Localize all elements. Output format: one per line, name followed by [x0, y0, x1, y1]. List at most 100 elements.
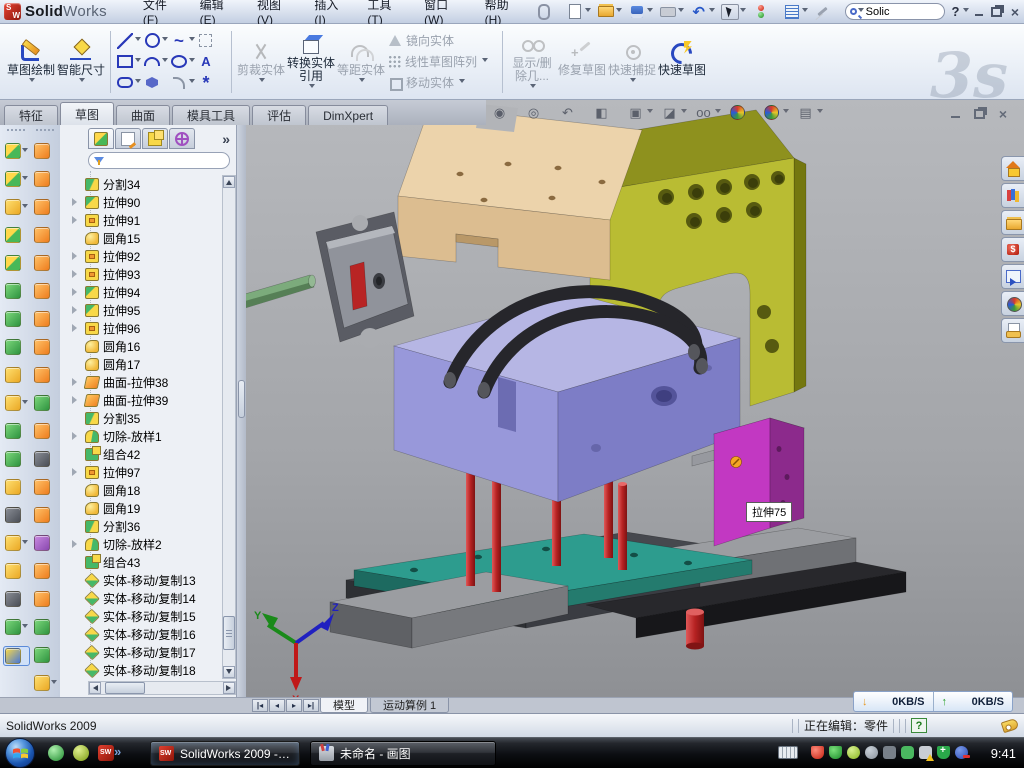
help-menu[interactable]: ?	[949, 4, 963, 19]
toolbar-button[interactable]: 转换实体引用	[286, 30, 336, 93]
panel-splitter[interactable]	[236, 125, 246, 697]
tree-item[interactable]: 圆角19	[84, 499, 220, 517]
close-button[interactable]: ×	[1006, 4, 1024, 20]
expand-arrow-icon[interactable]	[72, 252, 81, 260]
taskbar-window-button[interactable]: 未命名 - 画图	[310, 741, 496, 766]
scroll-left-arrow-icon[interactable]	[89, 682, 101, 694]
search-input[interactable]	[864, 6, 928, 18]
tree-item[interactable]: 切除-放样2	[84, 535, 220, 553]
tree-item[interactable]: 实体-移动/复制15	[84, 607, 220, 625]
tree-item[interactable]: 分割34	[84, 175, 220, 193]
volume-tray-icon[interactable]	[865, 746, 878, 759]
tree-item[interactable]: 曲面-拉伸39	[84, 391, 220, 409]
tree-item[interactable]: 拉伸92	[84, 247, 220, 265]
scroll-right-arrow-icon[interactable]	[223, 682, 235, 694]
tree-item[interactable]: 圆角17	[84, 355, 220, 373]
minimize-button[interactable]	[969, 4, 987, 20]
panel-tab[interactable]	[88, 128, 114, 149]
toolbar-button[interactable]: 等距实体	[336, 37, 386, 87]
tree-item[interactable]: 拉伸93	[84, 265, 220, 283]
task-pane-button[interactable]	[1001, 291, 1024, 316]
expand-arrow-icon[interactable]	[72, 396, 81, 404]
task-pane-button[interactable]	[1001, 183, 1024, 208]
tree-item[interactable]: 实体-移动/复制14	[84, 589, 220, 607]
expand-arrow-icon[interactable]	[72, 540, 81, 548]
commandmanager-tab[interactable]: DimXpert	[308, 105, 388, 125]
model-tab[interactable]: 模型	[320, 698, 368, 713]
quick-launch-solidworks-icon[interactable]	[98, 745, 114, 761]
scroll-down-arrow-icon[interactable]	[223, 666, 235, 678]
toolbar-row-button[interactable]: 移动实体	[388, 74, 498, 91]
quick-tips-help-button[interactable]: ?	[911, 718, 927, 733]
tree-item[interactable]: 分割35	[84, 409, 220, 427]
quick-launch-app-icon[interactable]	[73, 745, 89, 761]
tree-item[interactable]: 组合43	[84, 553, 220, 571]
vertical-scroll-thumb[interactable]	[223, 616, 235, 650]
expand-arrow-icon[interactable]	[72, 198, 81, 206]
panel-tab[interactable]	[115, 128, 141, 149]
toolbar-button[interactable]: 草图绘制	[6, 37, 56, 87]
task-pane-button[interactable]	[1001, 156, 1024, 181]
tree-item[interactable]: 切除-放样1	[84, 427, 220, 445]
toolbar-button[interactable]: 剪裁实体	[236, 37, 286, 87]
expand-arrow-icon[interactable]	[72, 378, 81, 386]
device-tray-icon[interactable]	[883, 746, 896, 759]
expand-arrow-icon[interactable]	[72, 432, 81, 440]
tree-item[interactable]: 实体-移动/复制17	[84, 643, 220, 661]
panel-overflow-chevron[interactable]: »	[222, 131, 230, 147]
tree-item[interactable]: 圆角16	[84, 337, 220, 355]
task-pane-button[interactable]	[1001, 237, 1024, 262]
expand-arrow-icon[interactable]	[72, 288, 81, 296]
tree-item[interactable]: 拉伸90	[84, 193, 220, 211]
commandmanager-tab[interactable]: 草图	[60, 102, 114, 125]
tree-item[interactable]: 曲面-拉伸38	[84, 373, 220, 391]
tree-filter-box[interactable]	[88, 152, 230, 169]
model-tab[interactable]: 运动算例 1	[370, 698, 449, 713]
extrude75-block-magenta[interactable]	[714, 418, 804, 546]
expand-arrow-icon[interactable]	[72, 270, 81, 278]
toolbar-button[interactable]: 快速草图	[657, 37, 707, 87]
pin-cylinder-right[interactable]	[686, 609, 704, 650]
tree-horizontal-scrollbar[interactable]	[88, 681, 236, 695]
tree-item[interactable]: 实体-移动/复制16	[84, 625, 220, 643]
tree-item[interactable]: 实体-移动/复制18	[84, 661, 220, 679]
task-pane-button[interactable]	[1001, 318, 1024, 343]
previous-tab-button[interactable]: ◂	[269, 699, 285, 712]
commandmanager-tab[interactable]: 评估	[252, 105, 306, 125]
scroll-up-arrow-icon[interactable]	[223, 176, 235, 188]
expand-arrow-icon[interactable]	[72, 306, 81, 314]
taskbar-window-button[interactable]: SolidWorks 2009 - ...	[150, 741, 300, 766]
graphics-viewport[interactable]: Y Z X 拉伸75	[246, 100, 1024, 697]
horizontal-scroll-thumb[interactable]	[105, 682, 145, 694]
tree-item[interactable]: 拉伸91	[84, 211, 220, 229]
expand-arrow-icon[interactable]	[72, 324, 81, 332]
toolbar-button[interactable]: 显示/删除几...	[507, 30, 557, 93]
commandmanager-tab[interactable]: 曲面	[116, 105, 170, 125]
toolbar-button[interactable]: 快速捕捉	[607, 37, 657, 87]
panel-tab[interactable]	[169, 128, 195, 149]
last-tab-button[interactable]: ▸|	[303, 699, 319, 712]
toolbar-row-button[interactable]: 线性草图阵列	[388, 53, 498, 70]
splitter-handle[interactable]	[238, 380, 245, 418]
antivirus-tray-icon[interactable]	[811, 746, 824, 759]
badge-tray-icon[interactable]	[847, 746, 860, 759]
health-tray-icon[interactable]	[937, 746, 950, 759]
tree-item[interactable]: 拉伸95	[84, 301, 220, 319]
quick-launch-chevron[interactable]: »	[114, 744, 121, 759]
next-tab-button[interactable]: ▸	[286, 699, 302, 712]
commandmanager-tab[interactable]: 特征	[4, 105, 58, 125]
toolbar-button[interactable]: 智能尺寸	[56, 37, 106, 87]
tree-item[interactable]: 圆角18	[84, 481, 220, 499]
tree-item[interactable]: 拉伸97	[84, 463, 220, 481]
task-pane-button[interactable]	[1001, 264, 1024, 289]
taskbar-clock[interactable]: 9:41	[991, 738, 1016, 768]
sprue-assembly-gray[interactable]	[246, 212, 414, 348]
panel-tab[interactable]	[142, 128, 168, 149]
tree-item[interactable]: 分割36	[84, 517, 220, 535]
defense-tray-icon[interactable]	[829, 746, 842, 759]
start-button[interactable]	[5, 738, 35, 768]
first-tab-button[interactable]: |◂	[252, 699, 268, 712]
tree-vertical-scrollbar[interactable]	[222, 175, 236, 679]
usb-tray-icon[interactable]	[901, 746, 914, 759]
toolbar-row-button[interactable]: 镜向实体	[388, 32, 498, 49]
